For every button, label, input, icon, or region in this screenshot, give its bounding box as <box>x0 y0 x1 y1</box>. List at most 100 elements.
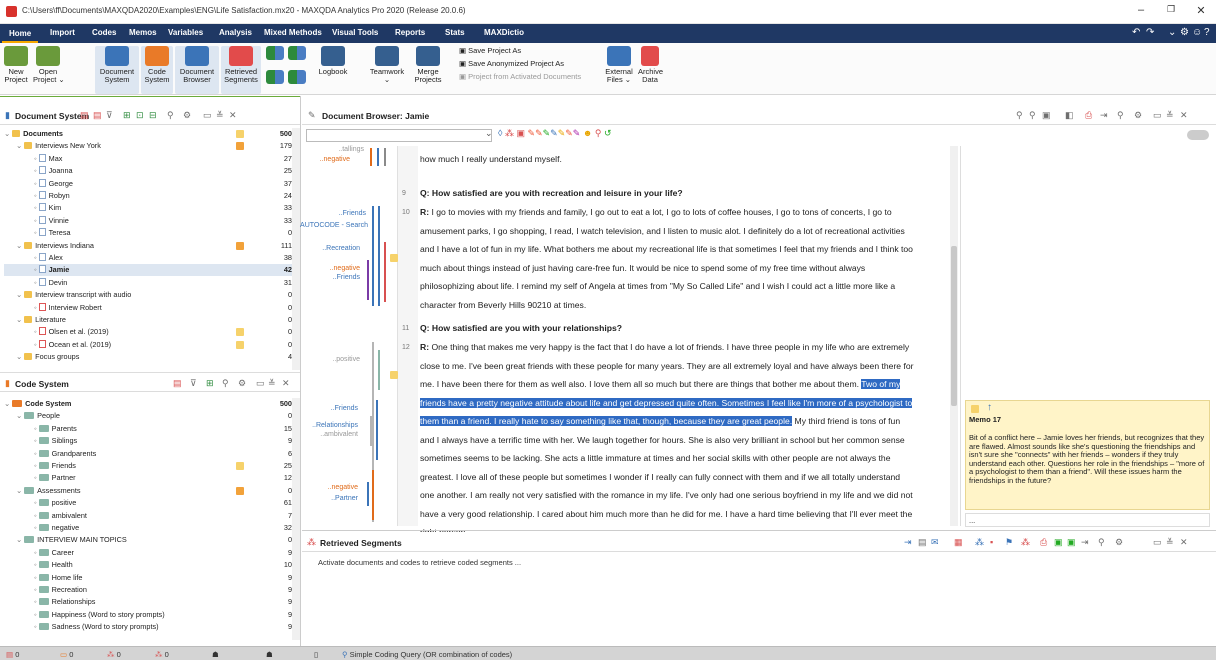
menu-maxdictio[interactable]: MAXDictio <box>484 28 524 37</box>
code-tree-row[interactable]: ◦ negative 32 <box>4 522 292 533</box>
emoji-icon[interactable]: ☻ <box>583 128 592 138</box>
chevron-down-icon[interactable]: ⌄ <box>16 411 24 420</box>
archive-data-button[interactable]: Archive Data <box>638 46 663 84</box>
paragraph-text[interactable]: how much I really understand myself. <box>420 150 562 169</box>
coding-stripe-label[interactable]: ..ambivalent <box>320 431 358 438</box>
memo-icon[interactable] <box>236 241 244 250</box>
layout-button-1[interactable] <box>265 46 285 62</box>
close-icon[interactable]: ✕ <box>1180 537 1188 548</box>
menu-codes[interactable]: Codes <box>92 28 116 37</box>
bullet-icon[interactable]: ◦ <box>34 560 39 569</box>
selected-text[interactable]: Two of my <box>861 379 901 389</box>
teamwork-button[interactable]: Teamwork ⌄ <box>367 46 407 84</box>
code-tree-row[interactable]: ◦ Siblings 9 <box>4 435 292 446</box>
chevron-down-icon[interactable]: ⌄ <box>1168 27 1176 38</box>
document-tree-row[interactable]: ◦ Max 27 <box>4 153 292 164</box>
search-icon[interactable]: ⚲ <box>167 110 174 121</box>
coding-stripe-label[interactable]: ..negative <box>328 484 358 491</box>
memo-icon[interactable] <box>236 486 244 495</box>
reset-activation-icon[interactable]: ▤ <box>93 110 102 121</box>
coding-stripe-label[interactable]: AUTOCODE - Search <box>300 222 368 229</box>
layout-button-4[interactable] <box>287 70 307 86</box>
coding-stripe-label[interactable]: ..Friends <box>333 274 360 281</box>
retrieved-segments-button[interactable]: Retrieved Segments <box>221 46 261 94</box>
undock-icon[interactable]: ▭ <box>1153 537 1162 548</box>
project-from-activated-button[interactable]: ▣ Project from Activated Documents <box>459 72 581 81</box>
gear-icon[interactable]: ⚙ <box>183 110 191 121</box>
coding-stripe[interactable] <box>377 148 379 166</box>
activate-icon[interactable]: ▤ <box>80 110 89 121</box>
smiley-icon[interactable]: ☺ <box>1192 27 1202 38</box>
external-files-button[interactable]: External Files ⌄ <box>602 46 636 84</box>
help-icon[interactable]: ? <box>1204 27 1210 38</box>
chevron-down-icon[interactable]: ⌄ <box>16 535 24 544</box>
code-tree-row[interactable]: ◦ Partner 12 <box>4 472 292 483</box>
edit-mode-toggle[interactable] <box>1187 130 1209 140</box>
answer-paragraph[interactable]: R: One thing that makes me very happy is… <box>420 338 914 542</box>
new-project-button[interactable]: New Project <box>2 46 30 84</box>
gear-icon[interactable]: ⚙ <box>1134 110 1142 121</box>
filter-codes-icon[interactable]: ⊽ <box>190 378 197 389</box>
document-tree-row[interactable]: ◦ Robyn 24 <box>4 190 292 201</box>
layout-button-2[interactable] <box>287 46 307 62</box>
search-icon[interactable]: ⚲ <box>1098 537 1105 548</box>
splitter[interactable] <box>300 96 301 646</box>
memo-icon[interactable] <box>236 462 244 470</box>
code-tree-row[interactable]: ⌄ People 0 <box>4 410 292 421</box>
undock-icon[interactable]: ▭ <box>203 110 212 121</box>
pen-icon[interactable]: ✎ <box>573 128 581 138</box>
status-user[interactable]: ☗ <box>212 650 219 659</box>
memo-icon[interactable] <box>236 130 244 138</box>
new-code-icon[interactable]: ⊞ <box>206 378 214 389</box>
code-system-button[interactable]: Code System <box>141 46 173 94</box>
code-tree-row[interactable]: ⌄ Assessments 0 <box>4 485 292 496</box>
bullet-icon[interactable]: ◦ <box>34 449 39 458</box>
gear-icon[interactable]: ⚙ <box>1180 27 1189 38</box>
selected-text[interactable]: friends have a pretty negative attitude … <box>420 397 913 408</box>
code-icon[interactable]: ⁂ <box>505 128 514 138</box>
coding-stripe[interactable] <box>370 416 372 446</box>
search-icon[interactable]: ⚲ <box>222 378 229 389</box>
document-tree-row[interactable]: ⌄ Interviews New York 179 <box>4 140 292 151</box>
code-tree-scrollbar[interactable] <box>292 398 300 640</box>
document-tree-row[interactable]: ◦ Teresa 0 <box>4 227 292 238</box>
coding-stripe[interactable] <box>372 206 374 306</box>
menu-home[interactable]: Home <box>2 24 39 43</box>
code-tree-row[interactable]: ◦ Recreation 9 <box>4 584 292 595</box>
pen-icon[interactable]: ✎ <box>550 128 558 138</box>
undo-icon[interactable]: ↶ <box>1132 27 1140 38</box>
coding-stripe[interactable] <box>367 260 369 300</box>
list-icon[interactable]: ▤ <box>918 537 927 548</box>
bullet-icon[interactable]: ◦ <box>34 548 39 557</box>
chevron-down-icon[interactable]: ⌄ <box>485 128 493 139</box>
menu-stats[interactable]: Stats <box>445 28 465 37</box>
coding-stripe[interactable] <box>372 470 374 520</box>
merge-projects-button[interactable]: Merge Projects <box>413 46 443 84</box>
document-tree-row[interactable]: ◦ George 37 <box>4 178 292 189</box>
bullet-icon[interactable]: ◦ <box>34 436 39 445</box>
activate-codes-icon[interactable]: ▤ <box>173 378 182 389</box>
pen-icon[interactable]: ✎ <box>528 128 536 138</box>
gear-icon[interactable]: ⚙ <box>238 378 246 389</box>
comment-icon[interactable]: ✉ <box>931 537 939 548</box>
chevron-down-icon[interactable]: ⌄ <box>16 315 24 324</box>
export-icon[interactable]: ⇥ <box>904 537 912 548</box>
print-icon[interactable]: ⎙ <box>1040 537 1047 548</box>
document-scrollbar[interactable] <box>950 146 958 526</box>
memo-icon[interactable] <box>390 371 398 379</box>
coding-stripe[interactable] <box>378 350 380 390</box>
coding-stripe[interactable] <box>372 342 374 522</box>
coding-query-status[interactable]: ⚲ Simple Coding Query (OR combination of… <box>342 650 512 659</box>
pen-icon[interactable]: ✎ <box>565 128 573 138</box>
document-tree-scrollbar[interactable] <box>292 128 300 370</box>
document-tree-row[interactable]: ⌄ Focus groups 4 <box>4 351 292 362</box>
save-anonymized-button[interactable]: ▣ Save Anonymized Project As <box>459 59 564 68</box>
gear-icon[interactable]: ⚙ <box>1115 537 1123 548</box>
chevron-down-icon[interactable]: ⌄ <box>16 241 24 250</box>
document-tree-row[interactable]: ◦ Jamie 42 <box>4 264 292 276</box>
coding-stripe[interactable] <box>384 242 386 302</box>
menu-reports[interactable]: Reports <box>395 28 425 37</box>
status-documents[interactable]: ▤ 0 <box>6 650 19 659</box>
code-tree-row[interactable]: ◦ Friends 25 <box>4 460 292 471</box>
coding-stripe[interactable] <box>384 148 386 166</box>
